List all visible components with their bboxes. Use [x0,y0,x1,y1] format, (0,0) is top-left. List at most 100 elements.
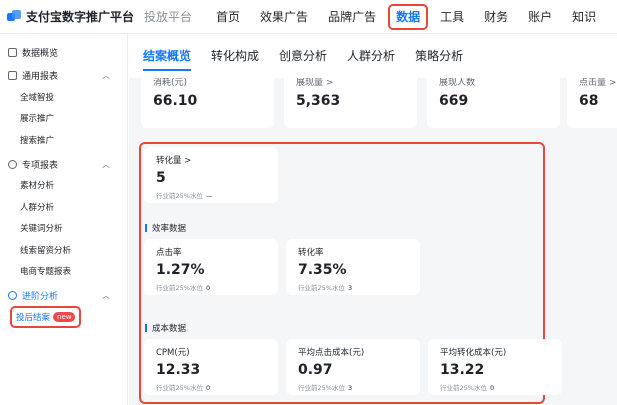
sidebar-item-search-promo[interactable]: 搜索推广 [0,129,127,151]
overview-icon [8,48,17,57]
nav-data[interactable]: 数据 [388,3,429,30]
brand-logo[interactable]: 支付宝数字推广平台 [7,8,134,25]
metric-card-conversions[interactable]: 转化量 > 5 行业前25%水位 — [144,147,278,203]
chevron-up-icon: ︿ [102,159,110,169]
metric-value: 1.27% [156,262,205,278]
section-marker [145,224,147,232]
benchmark-label: 行业前25%水位 [440,384,487,392]
benchmark-text: 行业前25%水位 3 [298,282,408,292]
main-content: 消耗(元) 66.10 展现量 > 5,363 展现人数 669 点击量 > 6… [129,34,617,405]
clock-icon [8,159,17,169]
benchmark-label: 行业前25%水位 [298,284,345,292]
sidebar: 数据概览 通用报表 ︿ 全域智投 展示推广 搜索推广 专项报表 ︿ 素材分析 人… [0,34,128,405]
section-marker [145,324,147,332]
benchmark-value: 0 [205,284,211,292]
sidebar-group-label: 专项报表 [22,160,59,171]
nav-knowledge[interactable]: 知识 [572,6,596,28]
metric-card-cost: 消耗(元) 66.10 [141,78,274,128]
logo-icon [7,9,21,24]
sidebar-item-label: 投后结案 [16,312,51,323]
sidebar-group-label: 进阶分析 [22,292,59,302]
section-title-cost: 成本数据 [145,322,186,334]
benchmark-label: 行业前25%水位 [156,284,203,292]
sidebar-item-leads-analysis[interactable]: 线索留资分析 [0,239,127,261]
platform-name: 投放平台 [144,10,193,24]
nav-brand-ads[interactable]: 品牌广告 [328,6,376,28]
new-badge: new [53,311,76,322]
advanced-icon [8,291,17,300]
metric-value: 669 [439,93,469,109]
metric-value: 0.97 [298,362,333,378]
benchmark-text: 行业前25%水位 0 [156,382,266,392]
metric-card-reach: 展现人数 669 [427,78,560,128]
tab-audience-analysis[interactable]: 人群分析 [347,34,395,78]
benchmark-value: 0 [489,384,495,392]
metric-card-cvr: 转化率 7.35% 行业前25%水位 3 [286,239,420,295]
metric-label: CPM(元) [156,348,190,358]
benchmark-text: 行业前25%水位 0 [156,282,266,292]
metric-value: 5,363 [296,93,341,109]
report-icon [8,71,17,80]
metric-value: 68 [579,93,599,109]
highlighted-metrics-panel: 转化量 > 5 行业前25%水位 — 效率数据 点击率 1.27% 行业前25%水… [139,142,562,404]
sidebar-group-advanced-analysis[interactable]: 进阶分析 ︿ [0,285,127,306]
sidebar-item-overview[interactable]: 数据概览 [0,42,127,63]
metric-card-cpa: 平均转化成本(元) 13.22 行业前25%水位 0 [428,339,562,395]
benchmark-label: 行业前25%水位 [156,384,203,392]
sidebar-item-smart-delivery[interactable]: 全域智投 [0,86,127,108]
metric-value: 7.35% [298,262,347,278]
metric-label: 点击率 [156,248,182,258]
sidebar-item-creative-analysis[interactable]: 素材分析 [0,175,127,197]
tab-strategy-analysis[interactable]: 策略分析 [415,34,463,78]
metric-label: 展现人数 [439,78,476,88]
metric-value: 66.10 [153,93,198,109]
section-title-text: 成本数据 [152,324,187,334]
top-navigation-bar: 支付宝数字推广平台 投放平台 首页 效果广告 品牌广告 数据 工具 财务 账户 … [0,0,617,34]
tab-creative-analysis[interactable]: 创意分析 [279,34,327,78]
benchmark-text: 行业前25%水位 0 [440,382,550,392]
sidebar-item-keyword-analysis[interactable]: 关键词分析 [0,218,127,240]
metric-value: 5 [156,170,166,186]
sub-tabs: 结案概览 转化构成 创意分析 人群分析 策略分析 [129,34,617,78]
benchmark-value: 3 [347,384,353,392]
benchmark-label: 行业前25%水位 [156,192,203,200]
main-nav: 首页 效果广告 品牌广告 数据 工具 财务 账户 知识 [216,3,616,30]
nav-performance-ads[interactable]: 效果广告 [260,6,308,28]
sidebar-group-label: 通用报表 [22,72,59,82]
benchmark-label: 行业前25%水位 [298,384,345,392]
metric-value: 12.33 [156,362,201,378]
metric-card-cpc: 平均点击成本(元) 0.97 行业前25%水位 3 [286,339,420,395]
metric-card-ctr: 点击率 1.27% 行业前25%水位 0 [144,239,278,295]
chevron-up-icon: ︿ [102,71,110,80]
chevron-up-icon: ︿ [102,291,110,300]
metric-label: 平均点击成本(元) [298,348,365,358]
brand-name: 支付宝数字推广平台 [26,10,135,24]
tab-conversion-composition[interactable]: 转化构成 [211,34,259,78]
benchmark-value: 0 [205,384,211,392]
nav-home[interactable]: 首页 [216,6,240,28]
section-title-efficiency: 效率数据 [145,222,186,234]
nav-tools[interactable]: 工具 [440,6,464,28]
benchmark-text: 行业前25%水位 — [156,190,266,200]
metric-label: 展现量 > [296,78,334,88]
metric-value: 13.22 [440,362,485,378]
sidebar-group-general-reports[interactable]: 通用报表 ︿ [0,65,127,86]
metric-card-cpm: CPM(元) 12.33 行业前25%水位 0 [144,339,278,395]
section-title-text: 效率数据 [152,224,187,234]
sidebar-item-display-promo[interactable]: 展示推广 [0,108,127,130]
metric-label: 点击量 > [579,78,617,88]
sidebar-item-audience-analysis[interactable]: 人群分析 [0,196,127,218]
metric-label: 消耗(元) [153,78,188,88]
benchmark-text: 行业前25%水位 3 [298,382,408,392]
benchmark-value: — [205,192,213,200]
metric-label: 转化量 > [156,156,192,166]
tab-campaign-overview[interactable]: 结案概览 [143,34,192,78]
sidebar-item-post-campaign-report[interactable]: 投后结案 new [0,305,127,328]
top-metrics-row: 消耗(元) 66.10 展现量 > 5,363 展现人数 669 点击量 > 6… [141,78,617,128]
nav-account[interactable]: 账户 [528,6,552,28]
sidebar-item-ecommerce-report[interactable]: 电商专题报表 [0,261,127,283]
metric-card-impressions[interactable]: 展现量 > 5,363 [284,78,417,128]
nav-finance[interactable]: 财务 [484,6,508,28]
sidebar-group-special-reports[interactable]: 专项报表 ︿ [0,154,127,175]
metric-card-clicks[interactable]: 点击量 > 68 [567,78,617,128]
